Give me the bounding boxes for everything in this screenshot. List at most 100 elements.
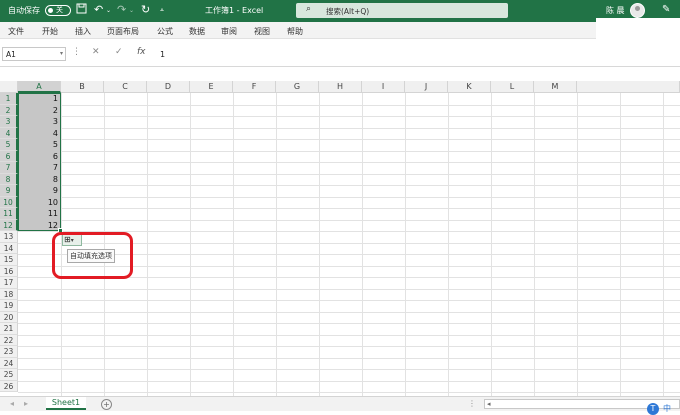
row-header[interactable]: 15 (0, 254, 18, 266)
column-header[interactable]: L (491, 81, 534, 93)
column-header[interactable]: E (190, 81, 233, 93)
row-header[interactable]: 18 (0, 288, 18, 300)
grid-line (18, 208, 680, 209)
row-header[interactable]: 22 (0, 334, 18, 346)
row-header[interactable]: 6 (0, 150, 18, 162)
ime-icon[interactable]: T (647, 403, 659, 415)
row-header[interactable]: 14 (0, 242, 18, 254)
ime-mode-icon[interactable]: 中 (663, 403, 671, 414)
row-header[interactable]: 12 (0, 219, 18, 231)
row-header[interactable]: 26 (0, 380, 18, 392)
next-sheet-icon[interactable]: ▸ (24, 399, 28, 408)
menu-file[interactable]: 文件 (8, 26, 24, 37)
row-header[interactable]: 24 (0, 357, 18, 369)
grid-line (18, 311, 680, 313)
cell[interactable]: 4 (18, 128, 60, 140)
menu-review[interactable]: 审阅 (221, 26, 237, 37)
cell[interactable]: 3 (18, 116, 60, 128)
menu-insert[interactable]: 插入 (75, 26, 91, 37)
select-all-corner[interactable] (0, 81, 18, 93)
autosave-state: 关 (56, 6, 63, 14)
row-header[interactable]: 21 (0, 323, 18, 335)
cell[interactable]: 2 (18, 105, 60, 117)
menu-help[interactable]: 帮助 (287, 26, 303, 37)
cell[interactable]: 8 (18, 174, 60, 186)
column-header[interactable]: K (448, 81, 491, 93)
save-icon[interactable] (76, 3, 87, 17)
row-header[interactable]: 7 (0, 162, 18, 174)
autosave-toggle[interactable]: 关 (45, 5, 71, 16)
column-header[interactable]: I (362, 81, 405, 93)
grid-line (18, 288, 680, 290)
refresh-icon[interactable]: ↻ (141, 3, 150, 16)
column-header[interactable]: D (147, 81, 190, 93)
menu-view[interactable]: 视图 (254, 26, 270, 37)
menu-data[interactable]: 数据 (189, 26, 205, 37)
column-header[interactable]: B (61, 81, 104, 93)
add-sheet-button[interactable]: + (101, 399, 112, 410)
cancel-icon[interactable]: ✕ (92, 47, 100, 57)
formula-input[interactable]: 1 (160, 50, 165, 59)
grid-line (18, 346, 680, 347)
column-header[interactable]: C (104, 81, 147, 93)
column-header[interactable]: G (276, 81, 319, 93)
scroll-left-icon[interactable]: ◂ (487, 400, 491, 408)
column-header[interactable]: H (319, 81, 362, 93)
undo-dropdown-icon[interactable]: ⌄ (106, 7, 111, 14)
row-header[interactable]: 3 (0, 116, 18, 128)
grid-line (18, 357, 680, 359)
row-header[interactable]: 1 (0, 93, 18, 105)
spreadsheet-grid[interactable]: A B C D E F G H I J K L M 1 2 3 4 5 6 7 8 9 10 11 1… (0, 81, 680, 396)
column-header[interactable]: J (405, 81, 448, 93)
cell[interactable]: 11 (18, 208, 60, 220)
fx-icon[interactable]: fx (137, 47, 146, 57)
customize-icon[interactable]: ⩡ (160, 6, 164, 15)
row-header[interactable]: 16 (0, 265, 18, 277)
cell[interactable]: 10 (18, 197, 60, 209)
sheet-tab[interactable]: Sheet1 (46, 397, 86, 410)
row-header[interactable]: 19 (0, 300, 18, 312)
column-header[interactable]: F (233, 81, 276, 93)
grid-line (18, 162, 680, 163)
column-header[interactable]: A (18, 81, 61, 93)
prev-sheet-icon[interactable]: ◂ (10, 399, 14, 408)
name-box[interactable]: A1 ▾ (2, 47, 66, 61)
avatar[interactable] (630, 3, 645, 18)
cell[interactable]: 12 (18, 220, 60, 232)
chevron-down-icon[interactable]: ▾ (60, 50, 63, 57)
row-header[interactable]: 5 (0, 139, 18, 151)
menu-formulas[interactable]: 公式 (157, 26, 173, 37)
grid-line (18, 392, 680, 393)
row-header[interactable]: 20 (0, 311, 18, 323)
row-header[interactable]: 23 (0, 346, 18, 358)
pen-icon[interactable]: ✎ (662, 4, 670, 15)
menu-home[interactable]: 开始 (42, 26, 58, 37)
undo-icon[interactable]: ↶ (94, 3, 103, 16)
grid-line (18, 104, 680, 106)
row-header[interactable]: 8 (0, 173, 18, 185)
row-header[interactable]: 9 (0, 185, 18, 197)
cell[interactable]: 5 (18, 139, 60, 151)
search-input[interactable]: ⌕ 搜索(Alt+Q) (296, 3, 508, 18)
grid-line (18, 369, 680, 370)
menu-page-layout[interactable]: 页面布局 (107, 26, 139, 37)
redo-dropdown-icon[interactable]: ⌄ (129, 7, 134, 14)
grid-line (18, 150, 680, 152)
row-header[interactable]: 2 (0, 104, 18, 116)
cell[interactable]: 7 (18, 162, 60, 174)
cell[interactable]: 1 (18, 93, 60, 105)
cell[interactable]: 9 (18, 185, 60, 197)
grid-line (18, 173, 680, 175)
row-header[interactable]: 17 (0, 277, 18, 289)
enter-icon[interactable]: ✓ (115, 47, 123, 57)
row-header[interactable]: 11 (0, 208, 18, 220)
row-header[interactable]: 25 (0, 369, 18, 381)
row-header[interactable]: 13 (0, 231, 18, 243)
row-header[interactable]: 10 (0, 196, 18, 208)
redo-icon[interactable]: ↷ (117, 3, 126, 16)
menu-bar: 文件 开始 插入 页面布局 公式 数据 审阅 视图 帮助 (0, 22, 680, 39)
cell[interactable]: 6 (18, 151, 60, 163)
row-header[interactable]: 4 (0, 127, 18, 139)
column-header[interactable]: M (534, 81, 577, 93)
sheet-bar: ◂ ▸ Sheet1 + ⋮ ◂ (0, 396, 680, 411)
